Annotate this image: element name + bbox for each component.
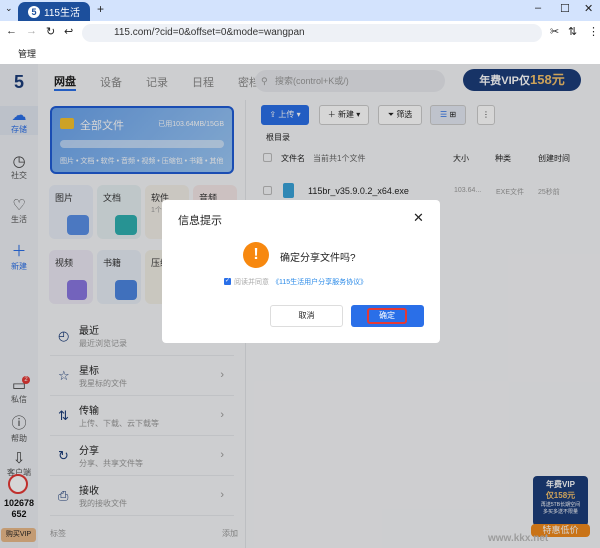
undo-icon[interactable]: ↩ [64, 25, 73, 38]
share-confirm-dialog: 信息提示 ✕ ! 确定分享文件吗? ✓ 阅读并同意 《115生活用户分享服务协议… [162, 200, 440, 343]
sort-icon[interactable]: ⇅ [568, 25, 577, 38]
url-input[interactable]: 115.com/?cid=0&offset=0&mode=wangpan [82, 24, 542, 42]
minimize-icon[interactable]: – [535, 2, 541, 14]
confirm-button[interactable]: 确定 [351, 305, 424, 327]
logo-icon: 5 [28, 5, 40, 18]
tab-list-icon[interactable]: ⌄ [5, 3, 13, 14]
back-icon[interactable]: ← [6, 25, 17, 37]
agreement-link[interactable]: 《115生活用户分享服务协议》 [272, 277, 367, 287]
menu-icon[interactable]: ⋮ [588, 25, 599, 38]
new-tab-icon[interactable]: + [97, 2, 104, 16]
dialog-title: 信息提示 [178, 215, 222, 227]
agree-checkbox[interactable]: ✓ [224, 278, 231, 285]
agree-label: 阅读并同意 [234, 279, 269, 286]
bookmark-manage[interactable]: 管理 [18, 49, 36, 59]
tab-title: 115生活 [44, 8, 80, 19]
close-window-icon[interactable]: ✕ [584, 2, 593, 15]
cancel-button[interactable]: 取消 [270, 305, 343, 327]
tab-bar: ⌄ 5 115生活 + – ☐ ✕ [0, 0, 600, 21]
close-icon[interactable]: ✕ [413, 210, 424, 226]
bookmarks-bar: 管理 [0, 45, 600, 64]
browser-tab[interactable]: 5 115生活 [18, 2, 90, 21]
reload-icon[interactable]: ↻ [46, 25, 55, 38]
dialog-message: 确定分享文件吗? [280, 253, 356, 264]
maximize-icon[interactable]: ☐ [560, 2, 570, 15]
forward-icon[interactable]: → [26, 25, 37, 37]
confirm-label-highlight: 确定 [367, 308, 407, 324]
warning-icon: ! [243, 242, 269, 268]
scissors-icon[interactable]: ✂ [550, 25, 559, 38]
